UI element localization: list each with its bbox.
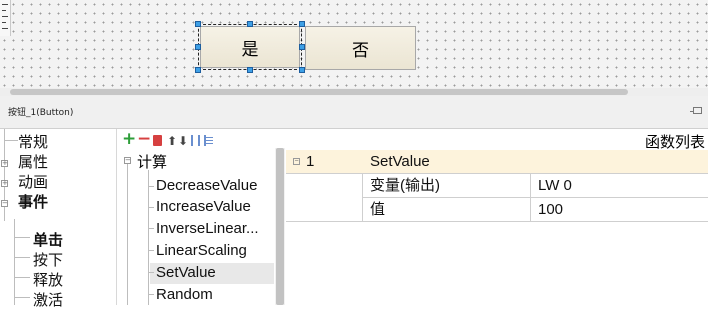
add-icon[interactable]: + — [122, 131, 136, 148]
function-random[interactable]: Random — [156, 286, 213, 303]
move-up-icon[interactable]: ⬆ — [167, 134, 177, 148]
category-animation[interactable]: 动画 — [18, 171, 48, 192]
tree-guide — [4, 140, 18, 141]
event-category-tree: + + − 常规 属性 动画 事件 单击 按下 释放 激活 — [0, 129, 117, 309]
parameter-row[interactable]: 值 100 — [286, 198, 708, 222]
event-release[interactable]: 释放 — [33, 269, 63, 290]
no-button[interactable]: 否 — [305, 26, 416, 70]
tree-guide — [4, 129, 5, 221]
function-decrease-value[interactable]: DecreaseValue — [156, 177, 257, 194]
param-name-cell: 变量(输出) — [363, 174, 531, 198]
tree-guide — [148, 207, 154, 208]
component-title: 按钮_1(Button) — [8, 108, 74, 118]
resize-handle-nw[interactable] — [195, 21, 201, 27]
function-group-calc[interactable]: 计算 — [137, 151, 167, 172]
grid-function-name: SetValue — [370, 153, 430, 170]
row-index-cell: − 1 — [286, 150, 363, 174]
resize-handle-s[interactable] — [247, 67, 253, 73]
category-events[interactable]: 事件 — [18, 191, 48, 212]
tree-guide — [14, 277, 30, 278]
parameter-row[interactable]: 变量(输出) LW 0 — [286, 174, 708, 198]
param-name: 变量(输出) — [370, 177, 440, 194]
tree-guide — [148, 228, 154, 229]
tree-guide — [148, 250, 154, 251]
indent-cell — [286, 174, 363, 198]
tree-guide — [148, 272, 154, 273]
event-press[interactable]: 按下 — [33, 249, 63, 270]
tree-guide — [14, 219, 15, 305]
param-value-cell[interactable]: 100 — [531, 198, 708, 222]
selection-frame — [198, 24, 302, 70]
function-name-cell: SetValue — [363, 150, 708, 174]
function-set-value[interactable]: SetValue — [156, 264, 216, 281]
function-increase-value[interactable]: IncreaseValue — [156, 198, 251, 215]
resize-handle-sw[interactable] — [195, 67, 201, 73]
move-down-icon[interactable]: ⬇ — [178, 134, 188, 148]
collapse-icon[interactable]: − — [1, 200, 8, 207]
resize-handle-w[interactable] — [195, 44, 201, 50]
collapse-icon[interactable]: − — [293, 158, 300, 165]
tree-guide — [14, 297, 30, 298]
event-activate[interactable]: 激活 — [33, 289, 63, 310]
dock-icon[interactable] — [690, 107, 702, 114]
expand-icon[interactable]: + — [1, 160, 8, 167]
indent-cell — [286, 198, 363, 222]
resize-handle-n[interactable] — [247, 21, 253, 27]
tree-guide — [127, 162, 128, 305]
param-value-cell[interactable]: LW 0 — [531, 174, 708, 198]
param-value[interactable]: LW 0 — [538, 177, 572, 194]
param-value[interactable]: 100 — [538, 201, 563, 218]
tree-guide — [14, 237, 30, 238]
remove-icon[interactable]: − — [137, 131, 151, 148]
param-name-cell: 值 — [363, 198, 531, 222]
expand-icon[interactable]: + — [1, 180, 8, 187]
row-index: 1 — [306, 153, 315, 170]
tree-guide — [148, 170, 149, 305]
function-inverse-linear[interactable]: InverseLinear... — [156, 220, 259, 237]
event-click[interactable]: 单击 — [33, 229, 63, 250]
function-linear-scaling[interactable]: LinearScaling — [156, 242, 247, 259]
tree-guide — [148, 294, 154, 295]
tree-guide — [148, 186, 154, 187]
tree-guide — [14, 257, 30, 258]
component-header-bar: 按钮_1(Button) — [0, 96, 708, 129]
align-right-icon[interactable] — [204, 135, 213, 146]
grid-header-row[interactable]: − 1 SetValue — [286, 150, 708, 174]
vertical-ruler — [0, 0, 11, 36]
horizontal-scroll-thumb[interactable] — [10, 89, 628, 95]
function-list-scroll-thumb[interactable] — [276, 148, 284, 305]
category-properties[interactable]: 属性 — [18, 151, 48, 172]
function-list-header: 函数列表 — [645, 134, 706, 151]
delete-icon[interactable] — [153, 135, 162, 146]
no-button-label: 否 — [352, 40, 369, 61]
collapse-icon[interactable]: − — [124, 157, 131, 164]
align-left-icon[interactable] — [191, 135, 200, 146]
param-name: 值 — [370, 201, 386, 218]
category-general[interactable]: 常规 — [18, 131, 48, 152]
